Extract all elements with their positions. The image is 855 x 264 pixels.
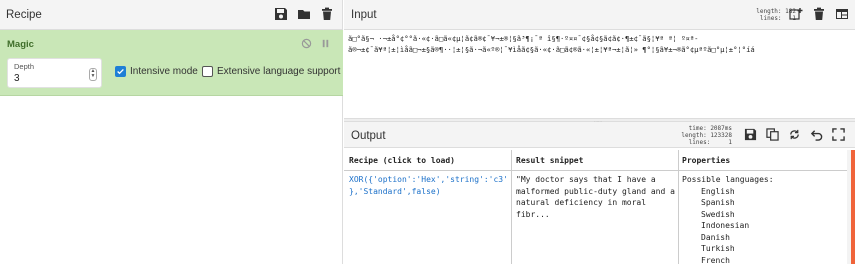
language-item: Spanish	[701, 198, 735, 207]
undo-icon[interactable]	[810, 128, 823, 141]
column-header-properties: Properties	[682, 156, 731, 165]
intensive-mode-label[interactable]: Intensive mode	[130, 66, 198, 77]
depth-field[interactable]: Depth 3 ▲ ▼	[7, 58, 102, 88]
operation-name: Magic	[7, 39, 34, 50]
input-text-line: ã®¬±¢¯ã¥ª¦±¦ìåã□¬±§ã®¶··¦±¦§ã·¬ã«º®¦¯¥ìå…	[348, 45, 755, 54]
depth-value[interactable]: 3	[14, 73, 20, 84]
input-title: Input	[351, 9, 377, 21]
column-header-snippet: Result snippet	[516, 156, 584, 165]
extensive-language-label[interactable]: Extensive language support	[217, 66, 340, 77]
language-item: French	[701, 255, 730, 264]
language-item: Swedish	[701, 209, 735, 219]
output-title: Output	[351, 130, 386, 142]
magic-operation: Magic Depth 3 ▲ ▼ Intensive mode Extensiv…	[0, 30, 343, 96]
depth-label: Depth	[14, 62, 35, 71]
depth-stepper[interactable]: ▲ ▼	[89, 68, 97, 81]
column-divider	[678, 150, 679, 264]
recipe-panel: Recipe Magic Depth 3 ▲ ▼ Intensive mode …	[0, 0, 343, 264]
result-snippet: "My doctor says that I have a malformed …	[516, 175, 675, 219]
scrollbar[interactable]	[851, 150, 855, 264]
recipe-header: Recipe	[0, 0, 342, 30]
pause-icon[interactable]	[320, 38, 331, 49]
recipe-load-link[interactable]: XOR({'option':'Hex','string':'c3' },'Sta…	[349, 174, 508, 197]
input-textarea[interactable]: ã□°ã§¬ ·¬±å°¢°°ã·«¢·ã□ã«¢µ¦ã¢ã®¢¯¥¬±®¦§ã…	[344, 30, 855, 118]
save-icon[interactable]	[274, 7, 288, 21]
language-item: Turkish	[701, 244, 735, 253]
switch-icon[interactable]	[788, 128, 801, 141]
disable-icon[interactable]	[301, 38, 312, 49]
trash-icon[interactable]	[320, 7, 334, 21]
table-header-divider	[344, 170, 847, 171]
maximize-icon[interactable]	[832, 128, 845, 141]
copy-icon[interactable]	[766, 128, 779, 141]
layout-icon[interactable]	[835, 7, 849, 21]
recipe-title: Recipe	[6, 8, 42, 21]
intensive-mode-checkbox[interactable]	[115, 66, 126, 77]
input-header: Input length: 182 lines: 1	[344, 0, 855, 30]
cyberchef-app: Recipe Magic Depth 3 ▲ ▼ Intensive mode …	[0, 0, 855, 264]
column-header-recipe: Recipe (click to load)	[349, 156, 455, 165]
properties-title: Possible languages:	[682, 175, 774, 184]
trash-icon[interactable]	[812, 7, 826, 21]
output-stats: time: 2087ms length: 123328 lines: 1	[681, 125, 732, 146]
output-table: Recipe (click to load) Result snippet Pr…	[344, 148, 855, 264]
input-text-line: ã□°ã§¬ ·¬±å°¢°°ã·«¢·ã□ã«¢µ¦ã¢ã®¢¯¥¬±®¦§ã…	[348, 34, 699, 43]
extensive-language-checkbox[interactable]	[202, 66, 213, 77]
language-item: Indonesian	[701, 221, 750, 230]
language-item: Danish	[701, 232, 730, 242]
save-icon[interactable]	[744, 128, 757, 141]
output-header: Output time: 2087ms length: 123328 lines…	[344, 122, 855, 148]
io-panel: Input length: 182 lines: 1 ã□°ã§¬ ·¬±å°¢…	[344, 0, 855, 264]
language-item: English	[701, 186, 735, 196]
folder-icon[interactable]	[297, 7, 311, 21]
add-tab-icon[interactable]	[789, 7, 803, 21]
column-divider	[511, 150, 512, 264]
